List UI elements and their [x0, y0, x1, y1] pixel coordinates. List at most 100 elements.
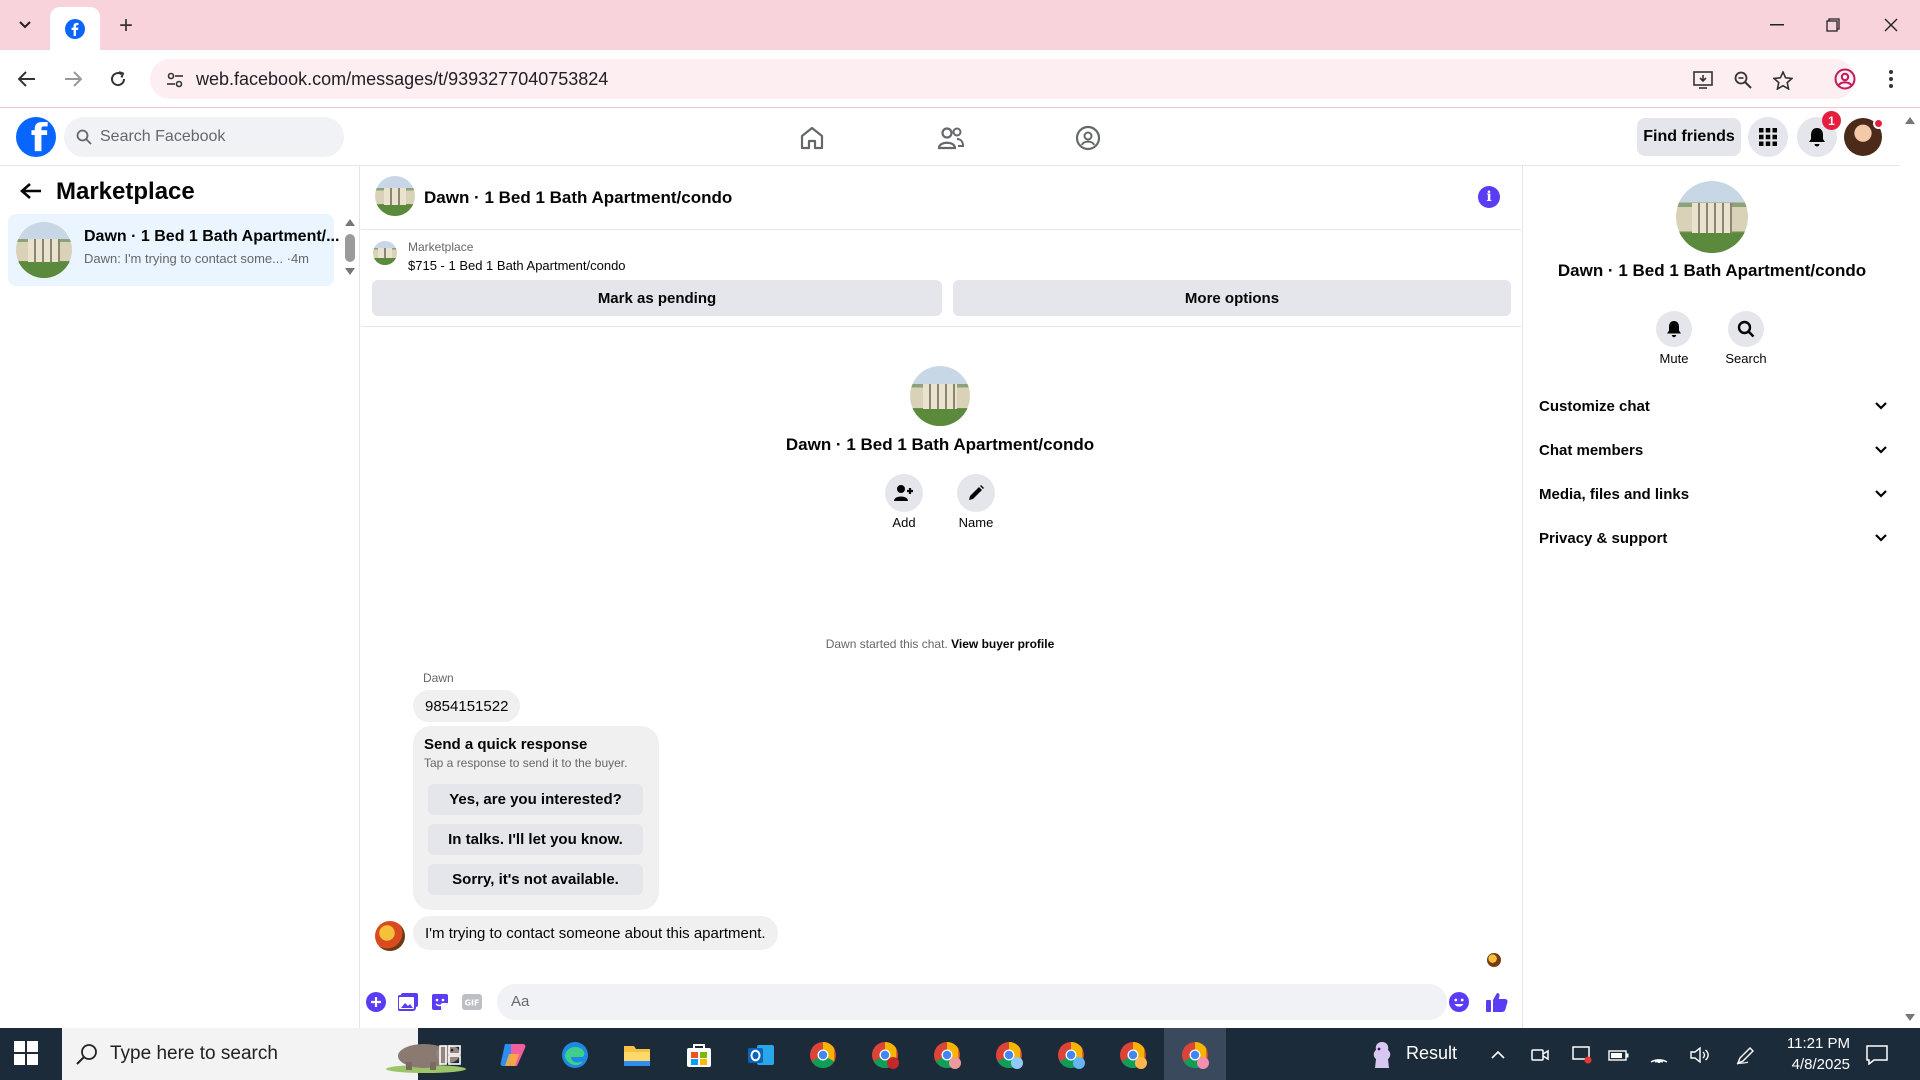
friends-icon[interactable] — [935, 122, 967, 154]
plus-circle-icon[interactable] — [365, 991, 387, 1013]
new-tab-button[interactable]: + — [112, 12, 140, 40]
outlook-icon[interactable] — [741, 1036, 781, 1074]
chat-members-section[interactable]: Chat members — [1539, 432, 1887, 468]
gif-icon[interactable]: GIF — [461, 991, 483, 1013]
message-input[interactable]: Aa — [497, 984, 1447, 1020]
battery-icon[interactable] — [1608, 1044, 1630, 1066]
task-view-icon[interactable] — [430, 1036, 470, 1074]
browser-tab-facebook[interactable] — [50, 7, 100, 50]
sticker-icon[interactable] — [429, 991, 451, 1013]
taskbar-active-app[interactable] — [1164, 1028, 1226, 1080]
scroll-down-arrow-icon[interactable] — [1905, 1014, 1915, 1022]
mark-as-pending-button[interactable]: Mark as pending — [372, 280, 942, 316]
reload-icon[interactable] — [103, 64, 133, 94]
screen-record-icon[interactable] — [1571, 1044, 1593, 1066]
groups-icon[interactable] — [1072, 122, 1104, 154]
address-bar[interactable]: web.facebook.com/messages/t/939327704075… — [150, 59, 1855, 99]
chat-avatar[interactable] — [375, 176, 415, 216]
quick-response-subtitle: Tap a response to send it to the buyer. — [424, 756, 628, 770]
quick-response-option[interactable]: Yes, are you interested? — [428, 784, 643, 815]
notification-center-icon[interactable] — [1866, 1044, 1888, 1066]
find-friends-button[interactable]: Find friends — [1637, 118, 1741, 156]
zoom-icon[interactable] — [1730, 67, 1756, 93]
copilot-icon[interactable] — [493, 1036, 533, 1074]
url-text[interactable]: web.facebook.com/messages/t/939327704075… — [196, 69, 608, 90]
site-settings-icon[interactable] — [162, 67, 188, 93]
info-icon[interactable]: i — [1478, 186, 1500, 208]
microsoft-store-icon[interactable] — [679, 1036, 719, 1074]
conversation-item[interactable]: Dawn · 1 Bed 1 Bath Apartment/... Dawn: … — [8, 214, 339, 286]
taskbar-search-box[interactable]: Type here to search — [62, 1028, 466, 1080]
meet-now-icon[interactable] — [1529, 1044, 1551, 1066]
chrome-profile-icon[interactable] — [1051, 1036, 1091, 1074]
windows-start-icon[interactable] — [14, 1041, 38, 1065]
close-window-icon[interactable] — [1868, 10, 1914, 40]
quick-response-option[interactable]: Sorry, it's not available. — [428, 864, 643, 895]
more-options-button[interactable]: More options — [953, 280, 1511, 316]
facebook-logo-icon[interactable]: f — [16, 117, 56, 157]
search-icon — [1737, 320, 1755, 338]
customize-chat-section[interactable]: Customize chat — [1539, 388, 1887, 424]
premier-league-icon[interactable] — [1362, 1036, 1402, 1074]
view-buyer-profile-link[interactable]: View buyer profile — [951, 637, 1054, 651]
tab-search-dropdown-icon[interactable] — [10, 12, 40, 38]
chrome-profile-icon[interactable] — [989, 1036, 1029, 1074]
pen-icon[interactable] — [1735, 1044, 1757, 1066]
scroll-up-arrow-icon[interactable] — [345, 218, 355, 226]
message-bubble[interactable]: I'm trying to contact someone about this… — [413, 916, 778, 950]
seen-indicator-avatar — [1487, 953, 1501, 967]
chrome-profile-icon[interactable] — [1113, 1036, 1153, 1074]
photo-icon[interactable] — [397, 991, 419, 1013]
message-bubble[interactable]: 9854151522 — [413, 690, 521, 722]
quick-response-option[interactable]: In talks. I'll let you know. — [428, 824, 643, 855]
thumbs-up-icon[interactable] — [1486, 991, 1508, 1013]
restore-window-icon[interactable] — [1810, 10, 1856, 40]
chat-details-panel: Dawn · 1 Bed 1 Bath Apartment/condo Mute… — [1522, 166, 1900, 1028]
chrome-icon[interactable] — [803, 1036, 843, 1074]
minimize-window-icon[interactable] — [1754, 10, 1800, 40]
widget-label[interactable]: Result — [1406, 1043, 1457, 1064]
chrome-profile-icon[interactable] — [1175, 1036, 1215, 1074]
emoji-icon[interactable] — [1448, 991, 1470, 1013]
chat-title[interactable]: Dawn · 1 Bed 1 Bath Apartment/condo — [424, 188, 732, 208]
profile-icon[interactable] — [1830, 64, 1860, 94]
mute-button[interactable] — [1656, 311, 1692, 347]
search-label: Search — [1725, 351, 1767, 366]
name-chat-button[interactable] — [957, 474, 995, 512]
search-icon — [76, 129, 92, 145]
edge-browser-icon[interactable] — [555, 1036, 595, 1074]
sender-avatar[interactable] — [375, 921, 405, 951]
message-composer: GIF Aa — [361, 980, 1521, 1026]
details-avatar[interactable] — [1676, 181, 1748, 253]
back-arrow-icon[interactable] — [20, 182, 42, 200]
volume-icon[interactable] — [1689, 1044, 1711, 1066]
forward-arrow-icon[interactable] — [58, 64, 88, 94]
chat-started-text: Dawn started this chat. — [825, 637, 948, 651]
menu-grid-icon[interactable] — [1748, 117, 1788, 157]
listing-title[interactable]: $715 - 1 Bed 1 Bath Apartment/condo — [408, 258, 626, 273]
page-scrollbar[interactable] — [1900, 108, 1920, 1028]
scroll-down-arrow-icon[interactable] — [345, 268, 355, 276]
conversation-preview: Dawn: I'm trying to contact some... ·4m — [84, 251, 309, 266]
message-input-placeholder: Aa — [511, 993, 530, 1010]
back-arrow-icon[interactable] — [12, 64, 42, 94]
chrome-profile-icon[interactable] — [865, 1036, 905, 1074]
facebook-search-input[interactable]: Search Facebook — [64, 117, 344, 157]
wifi-icon[interactable] — [1648, 1044, 1670, 1066]
clock-time[interactable]: 11:21 PM — [1760, 1035, 1850, 1052]
scrollbar-thumb[interactable] — [345, 234, 355, 262]
privacy-support-section[interactable]: Privacy & support — [1539, 520, 1887, 556]
clock-date[interactable]: 4/8/2025 — [1760, 1056, 1850, 1073]
listing-thumbnail[interactable] — [373, 241, 397, 265]
file-explorer-icon[interactable] — [617, 1036, 657, 1074]
search-conversation-button[interactable] — [1728, 311, 1764, 347]
home-icon[interactable] — [796, 122, 828, 154]
browser-menu-icon[interactable] — [1876, 64, 1906, 94]
chevron-up-icon[interactable] — [1487, 1044, 1509, 1066]
chrome-profile-icon[interactable] — [927, 1036, 967, 1074]
media-files-links-section[interactable]: Media, files and links — [1539, 476, 1887, 512]
scroll-up-arrow-icon[interactable] — [1905, 116, 1915, 124]
install-app-icon[interactable] — [1690, 67, 1716, 93]
bookmark-star-icon[interactable] — [1770, 67, 1796, 93]
add-person-button[interactable] — [885, 474, 923, 512]
